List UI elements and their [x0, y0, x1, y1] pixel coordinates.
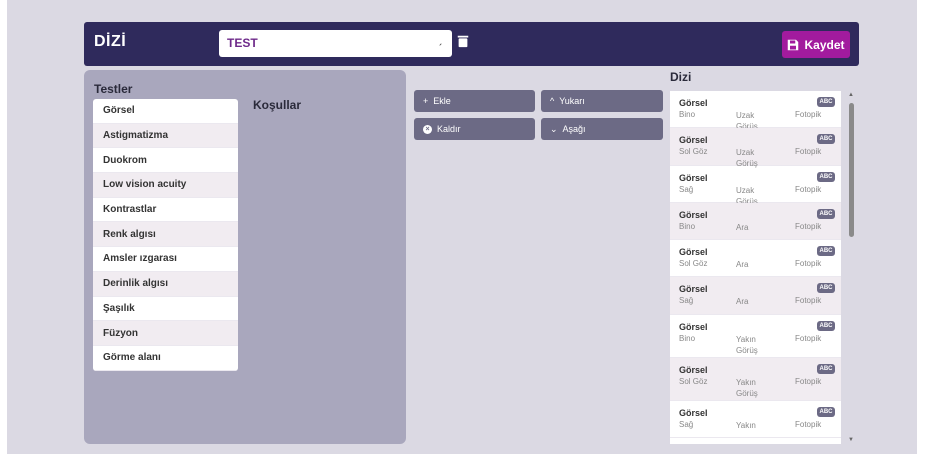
row-distance: Ara	[736, 222, 749, 232]
list-item[interactable]: Görsel Bino Yakın Görüş Fotopik ABC	[670, 315, 841, 358]
tests-panel: Testler Görsel Astigmatizma Duokrom Low …	[84, 70, 406, 444]
sequence-label: Dizi	[670, 70, 692, 84]
row-badge: ABC	[817, 246, 835, 257]
row-mode: Fotopik	[795, 221, 822, 231]
header-bar: DİZİ TEST ⌄ Kaydet	[84, 22, 859, 66]
row-distance: Yakın Görüş	[736, 334, 758, 355]
tests-list: Görsel Astigmatizma Duokrom Low vision a…	[93, 99, 238, 371]
row-badge: ABC	[817, 134, 835, 145]
move-up-button-label: Yukarı	[559, 96, 585, 106]
list-item[interactable]: Görsel Sol Göz Uzak Görüş Fotopik ABC	[670, 128, 841, 168]
row-eye: Bino	[679, 221, 696, 231]
row-badge: ABC	[817, 97, 835, 107]
row-eye: Sol Göz	[679, 376, 708, 386]
row-mode: Fotopik	[795, 419, 822, 429]
scroll-up-icon[interactable]: ▲	[848, 92, 854, 98]
sequence-scrollbar[interactable]: ▲ ▼	[846, 91, 856, 444]
scrollbar-thumb[interactable]	[849, 103, 854, 237]
row-mode: Fotopik	[795, 333, 822, 343]
row-eye: Sağ	[679, 296, 694, 306]
row-badge: ABC	[817, 363, 835, 374]
save-disk-icon	[788, 39, 799, 50]
remove-button[interactable]: × Kaldır	[414, 118, 535, 140]
add-button-label: Ekle	[433, 96, 451, 106]
row-mode: Fotopik	[795, 376, 822, 386]
list-item[interactable]: Füzyon	[93, 321, 238, 346]
row-badge: ABC	[817, 208, 835, 219]
row-title: Görsel	[679, 172, 708, 183]
row-title: Görsel	[679, 364, 708, 375]
row-badge: ABC	[817, 171, 835, 182]
save-button[interactable]: Kaydet	[782, 31, 850, 58]
save-button-label: Kaydet	[804, 37, 845, 52]
page-title: DİZİ	[94, 33, 127, 50]
tests-label: Testler	[94, 82, 133, 96]
row-eye: Sol Göz	[679, 259, 708, 269]
row-title: Görsel	[679, 321, 708, 332]
row-distance: Ara	[736, 297, 749, 307]
list-item[interactable]: Görsel	[93, 99, 238, 124]
row-mode: Fotopik	[795, 147, 822, 157]
list-item[interactable]: Kontrastlar	[93, 198, 238, 223]
add-button[interactable]: + Ekle	[414, 90, 535, 112]
row-title: Görsel	[679, 284, 708, 295]
row-title: Görsel	[679, 98, 708, 108]
edit-pencil-icon[interactable]	[376, 34, 392, 52]
list-item[interactable]: Görsel Sağ Yakın Fotopik ABC	[670, 401, 841, 439]
row-distance: Yakın Görüş	[736, 377, 758, 398]
list-item[interactable]: Görsel Sağ Ara Fotopik ABC	[670, 277, 841, 315]
row-distance: Ara	[736, 260, 749, 270]
page-edge-left	[0, 0, 7, 457]
list-item[interactable]: Renk algısı	[93, 222, 238, 248]
list-item[interactable]: Şaşılık	[93, 297, 238, 322]
row-distance: Yakın	[736, 420, 756, 430]
x-circle-icon: ×	[423, 124, 432, 134]
row-title: Görsel	[679, 247, 708, 258]
conditions-label: Koşullar	[253, 98, 302, 112]
list-item[interactable]: Amsler ızgarası	[93, 247, 238, 272]
list-item[interactable]: Görsel Sol Göz Yakın Görüş Fotopik ABC	[670, 357, 841, 401]
plus-icon: +	[423, 96, 429, 106]
list-item[interactable]: Görsel Sol Göz Ara Fotopik ABC	[670, 240, 841, 278]
row-title: Görsel	[679, 407, 708, 418]
row-eye: Sağ	[679, 184, 694, 194]
sequence-list: Görsel Bino Uzak Görüş Fotopik ABC Görse…	[670, 91, 841, 444]
page-edge-right	[917, 0, 925, 457]
row-eye: Sol Göz	[679, 147, 708, 157]
scroll-down-icon[interactable]: ▼	[848, 437, 854, 443]
list-item[interactable]: Görme alanı	[93, 346, 238, 371]
chevron-down-icon: ⌄	[550, 123, 558, 134]
row-mode: Fotopik	[795, 296, 822, 306]
row-mode: Fotopik	[795, 110, 822, 119]
row-mode: Fotopik	[795, 184, 822, 194]
paste-icon[interactable]	[404, 34, 420, 52]
row-badge: ABC	[817, 406, 835, 417]
trash-icon[interactable]	[455, 34, 471, 52]
sequence-select-value: TEST	[227, 36, 258, 50]
row-title: Görsel	[679, 209, 708, 220]
row-badge: ABC	[817, 283, 835, 294]
list-item[interactable]: Derinlik algısı	[93, 271, 238, 297]
list-item[interactable]: Low vision acuity	[93, 173, 238, 198]
list-item[interactable]: Görsel Bino Ara Fotopik ABC	[670, 202, 841, 241]
chevron-up-icon: ^	[550, 96, 555, 106]
row-eye: Bino	[679, 333, 696, 343]
move-up-button[interactable]: ^ Yukarı	[541, 90, 663, 112]
row-eye: Bino	[679, 110, 696, 119]
list-item[interactable]: Görsel Bino Uzak Görüş Fotopik ABC	[670, 91, 841, 131]
row-badge: ABC	[817, 320, 835, 331]
list-item[interactable]: Duokrom	[93, 148, 238, 174]
list-item[interactable]: Görsel Sağ Uzak Görüş Fotopik ABC	[670, 166, 841, 206]
list-item[interactable]: Astigmatizma	[93, 123, 238, 149]
remove-button-label: Kaldır	[437, 124, 461, 134]
row-eye: Sağ	[679, 419, 694, 429]
row-title: Görsel	[679, 135, 708, 146]
move-down-button[interactable]: ⌄ Aşağı	[541, 118, 663, 140]
copy-icon[interactable]	[430, 34, 446, 52]
row-mode: Fotopik	[795, 259, 822, 269]
move-down-button-label: Aşağı	[562, 124, 586, 134]
